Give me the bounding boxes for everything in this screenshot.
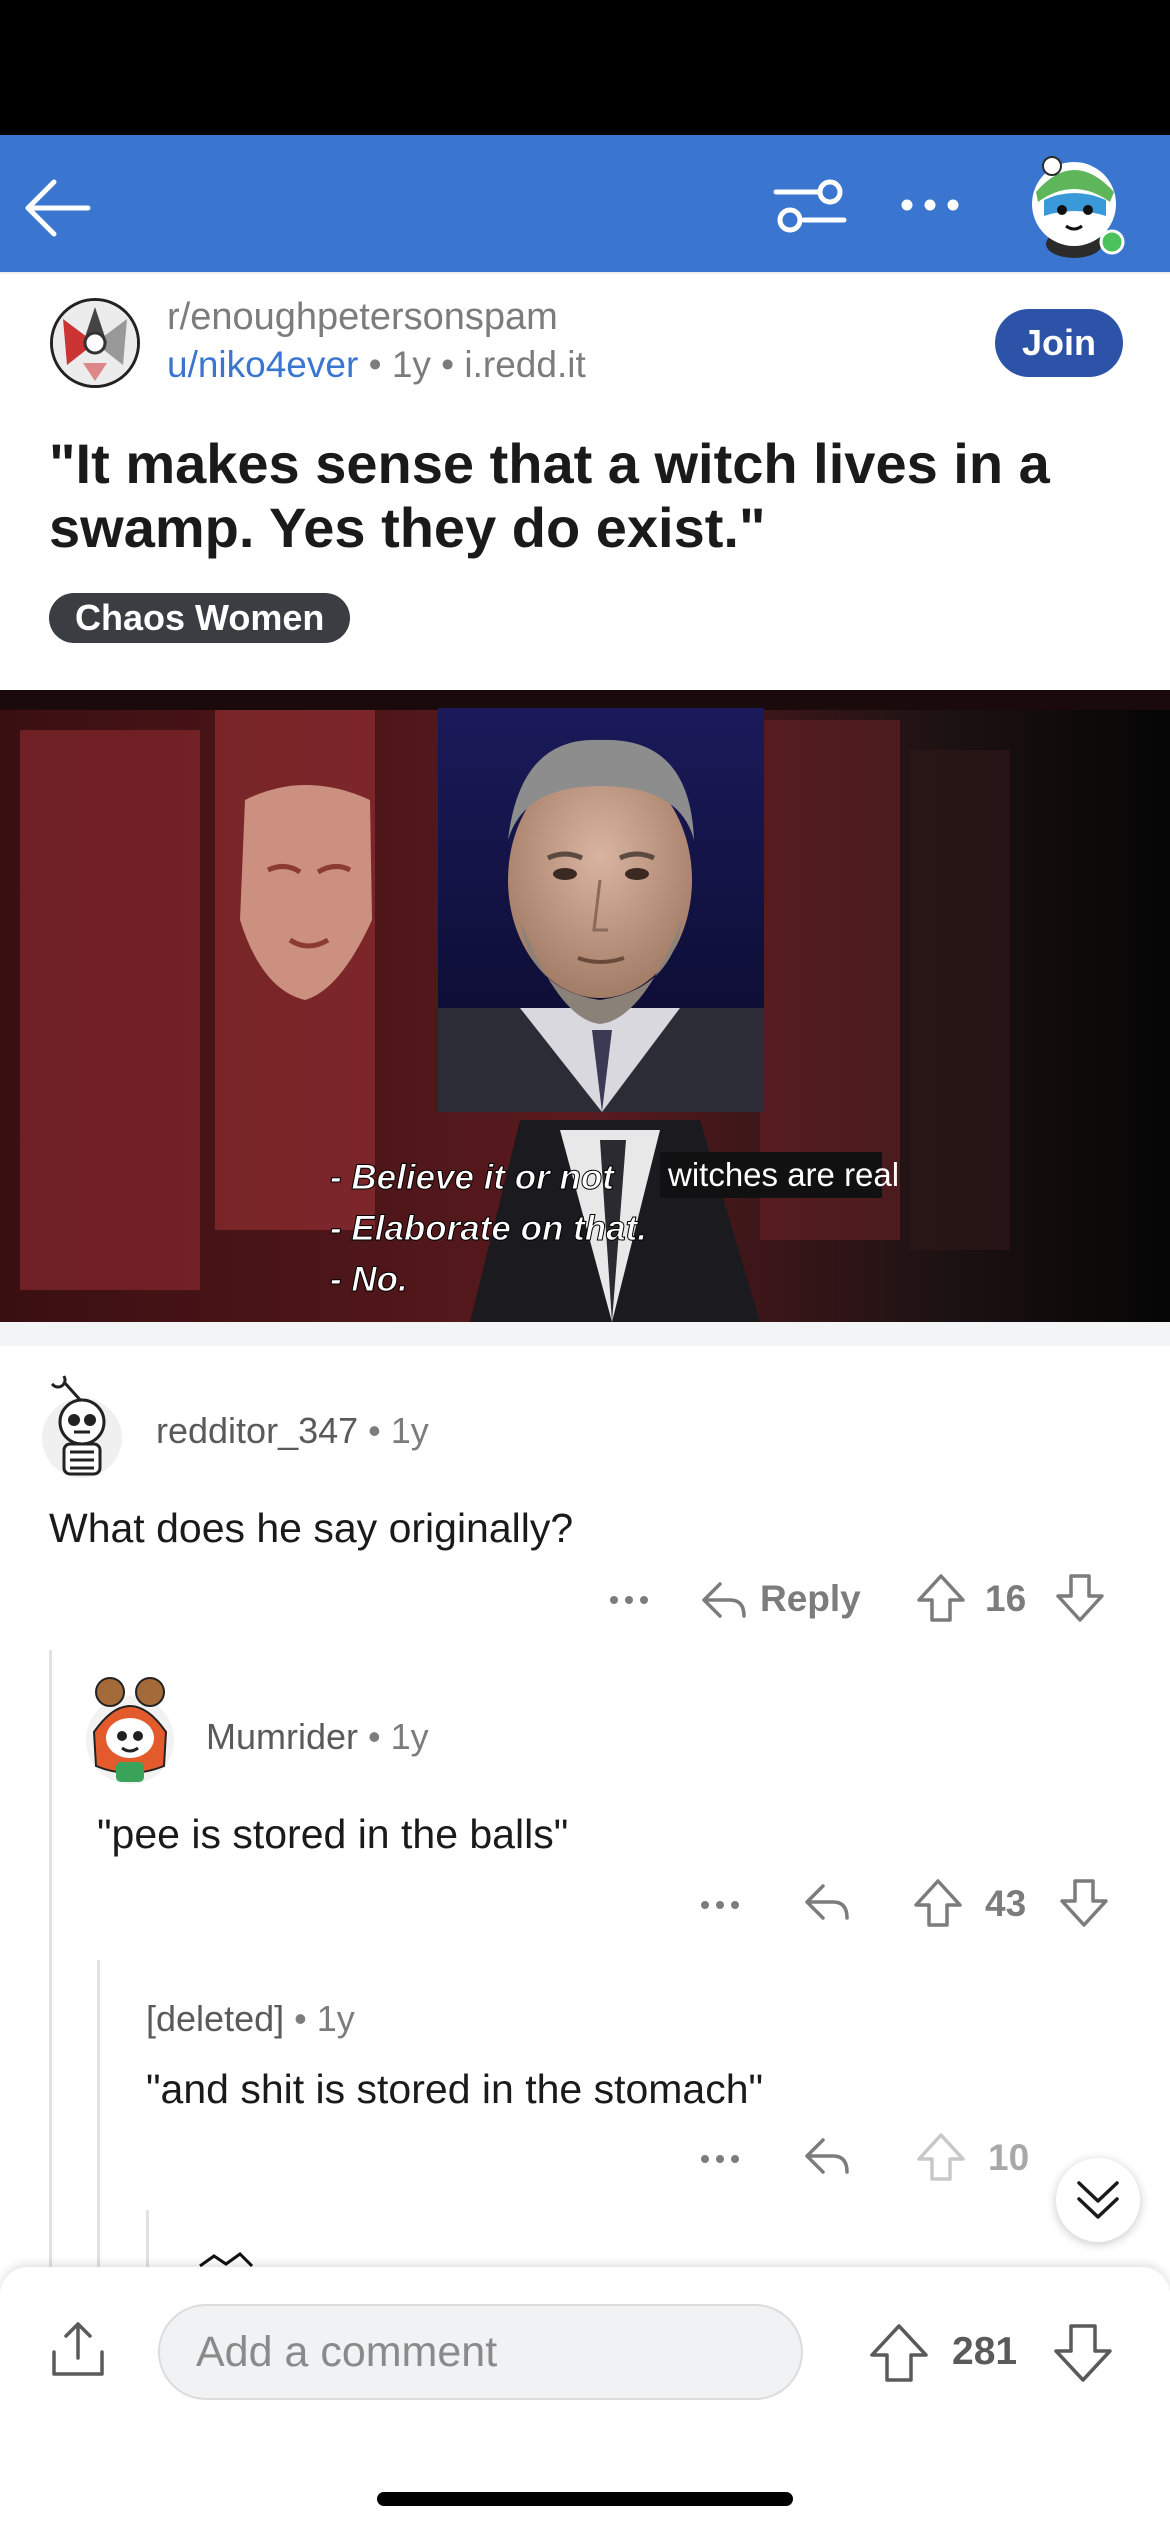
meta-separator: • — [294, 1998, 317, 2039]
subreddit-name[interactable]: r/enoughpetersonspam — [167, 296, 558, 339]
meme-caption-line3: - No. — [330, 1260, 408, 1299]
comment-author[interactable]: redditor_347 — [156, 1410, 358, 1451]
more-icon — [701, 1901, 739, 1909]
comment-avatar[interactable] — [78, 1670, 182, 1786]
post-meta: u/niko4ever • 1y • i.redd.it — [167, 344, 586, 386]
meta-separator: • — [368, 1410, 391, 1451]
divider — [0, 272, 1170, 274]
double-chevron-down-icon — [1077, 2181, 1119, 2219]
add-comment-input[interactable]: Add a comment — [158, 2304, 803, 2400]
avatar-partial-icon — [199, 2252, 254, 2267]
upvote-icon — [917, 1574, 965, 1622]
post-author-link[interactable]: u/niko4ever — [167, 344, 358, 385]
reply-icon — [805, 2138, 849, 2174]
more-icon — [901, 199, 959, 211]
thread-line — [97, 1960, 100, 2267]
next-comment-button[interactable] — [1056, 2158, 1140, 2242]
comment-score: 10 — [988, 2137, 1030, 2178]
bear-snoo-icon — [86, 1677, 174, 1784]
meta-separator: • — [441, 344, 465, 385]
meme-image: witches are real - Believe it or not - E… — [0, 690, 1170, 1322]
post-age: 1y — [391, 344, 431, 385]
share-button[interactable] — [46, 2318, 110, 2382]
comment-author: [deleted] — [146, 1998, 285, 2039]
comment-author-line: Mumrider • 1y — [206, 1716, 429, 1758]
meme-caption-line1: - Believe it or not — [330, 1158, 615, 1197]
meme-caption-overlay: witches are real — [667, 1156, 899, 1193]
downvote-icon — [1060, 1879, 1108, 1927]
skeleton-snoo-icon — [42, 1372, 122, 1478]
comment-author-line: [deleted] • 1y — [146, 1998, 355, 2040]
thread-line — [146, 2210, 149, 2267]
comment-age: 1y — [390, 1410, 429, 1451]
post-upvote-button[interactable] — [868, 2322, 930, 2384]
upvote-icon — [914, 1879, 962, 1927]
comment-avatar-partial — [196, 2250, 256, 2267]
reply-button[interactable] — [803, 2134, 851, 2182]
upvote-button[interactable] — [915, 1572, 967, 1624]
top-nav-bar — [0, 135, 1170, 272]
post-title[interactable]: "It makes sense that a witch lives in a … — [49, 432, 1129, 560]
comment-more-button[interactable] — [695, 2134, 745, 2184]
comment-body[interactable]: "pee is stored in the balls" — [97, 1811, 568, 1858]
meta-separator: • — [368, 1716, 391, 1757]
post-image[interactable]: witches are real - Believe it or not - E… — [0, 690, 1170, 1322]
back-arrow-icon — [25, 179, 91, 237]
reply-button[interactable]: Reply — [700, 1573, 870, 1629]
join-button[interactable]: Join — [995, 309, 1123, 377]
upvote-button[interactable] — [915, 2131, 967, 2183]
upvote-icon — [917, 2133, 965, 2181]
thread-line — [49, 1650, 52, 2267]
more-icon — [610, 1596, 648, 1604]
filter-icon — [773, 179, 847, 233]
post-domain[interactable]: i.redd.it — [464, 344, 585, 385]
more-options-button[interactable] — [895, 175, 965, 235]
upvote-icon — [870, 2324, 928, 2382]
upvote-button[interactable] — [912, 1877, 964, 1929]
sort-filter-button[interactable] — [770, 172, 850, 242]
meme-caption-line2: - Elaborate on that. — [330, 1209, 647, 1248]
snoo-avatar-icon — [1032, 156, 1125, 258]
comment-author-line: redditor_347 • 1y — [156, 1410, 429, 1452]
section-divider — [0, 1322, 1170, 1346]
more-icon — [701, 2155, 739, 2163]
comment-age: 1y — [390, 1716, 429, 1757]
comment-more-button[interactable] — [695, 1880, 745, 1930]
share-icon — [52, 2322, 104, 2376]
comment-author[interactable]: Mumrider — [206, 1716, 358, 1757]
comment-age: 1y — [316, 1998, 355, 2039]
downvote-button[interactable] — [1058, 1877, 1110, 1929]
post-score: 281 — [952, 2330, 1018, 2373]
comment-score: 16 — [985, 1578, 1027, 1619]
status-bar — [0, 0, 1170, 135]
downvote-icon — [1056, 1574, 1104, 1622]
downvote-button[interactable] — [1054, 1572, 1106, 1624]
reply-label: Reply — [760, 1578, 861, 1619]
reply-button[interactable] — [803, 1880, 851, 1928]
reply-icon — [702, 1582, 746, 1618]
meta-separator: • — [368, 344, 392, 385]
post-downvote-button[interactable] — [1052, 2322, 1114, 2384]
comment-more-button[interactable] — [604, 1575, 654, 1625]
subreddit-avatar[interactable] — [50, 298, 140, 388]
back-button[interactable] — [18, 168, 98, 248]
reply-icon — [805, 1884, 849, 1920]
comment-score: 43 — [985, 1883, 1027, 1924]
comment-body[interactable]: What does he say originally? — [49, 1505, 573, 1552]
downvote-icon — [1054, 2324, 1112, 2382]
post-flair[interactable]: Chaos Women — [49, 593, 351, 643]
comment-body[interactable]: "and shit is stored in the stomach" — [146, 2066, 763, 2113]
comment-avatar[interactable] — [34, 1372, 130, 1480]
home-indicator — [377, 2492, 793, 2506]
user-avatar[interactable] — [1022, 142, 1130, 260]
subreddit-icon — [53, 301, 137, 385]
